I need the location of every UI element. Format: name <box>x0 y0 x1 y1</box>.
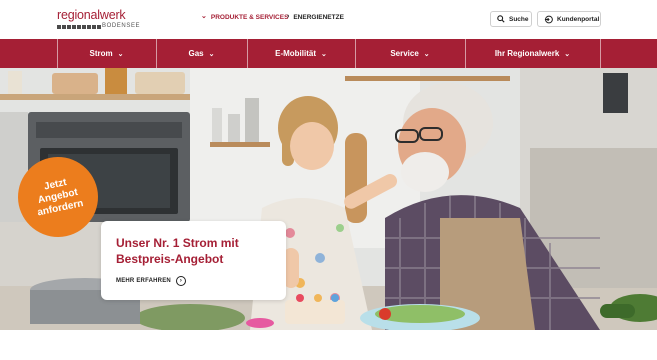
hero-card: Unser Nr. 1 Strom mit Bestpreis-Angebot … <box>101 221 286 300</box>
hero-banner[interactable]: Jetzt Angebot anfordern <box>0 68 657 330</box>
nav-divider <box>600 39 601 68</box>
nav-produkte-services[interactable]: ⌄ PRODUKTE & SERVICES <box>201 13 288 21</box>
chevron-down-icon: ⌄ <box>208 50 215 58</box>
kundenportal-button[interactable]: Kundenportal <box>537 11 601 27</box>
search-button[interactable]: Suche <box>490 11 532 27</box>
nav-item-gas[interactable]: Gas ⌄ <box>156 39 247 68</box>
chevron-down-icon: ⌄ <box>564 50 571 58</box>
nav-produkte-label: PRODUKTE & SERVICES <box>210 13 289 21</box>
arrow-right-circle-icon: › <box>175 276 186 286</box>
nav-item-ihr-regionalwerk[interactable]: Ihr Regionalwerk ⌄ <box>465 39 600 68</box>
nav-energienetze-label: ENERGIENETZE <box>293 13 344 21</box>
top-bar: regionalwerk BODENSEE ⌄ PRODUKTE & SERVI… <box>0 0 657 39</box>
nav-item-strom[interactable]: Strom ⌄ <box>57 39 156 68</box>
login-icon <box>544 15 553 23</box>
logo[interactable]: regionalwerk BODENSEE <box>57 9 167 31</box>
nav-item-label: Gas <box>188 49 204 58</box>
main-navigation: Strom ⌄ Gas ⌄ E-Mobilität ⌄ Service ⌄ Ih… <box>0 39 657 68</box>
mehr-erfahren-label: MEHR ERFAHREN <box>116 278 171 284</box>
bottom-strip <box>0 330 657 360</box>
hero-card-title: Unser Nr. 1 Strom mit Bestpreis-Angebot <box>116 236 239 266</box>
mehr-erfahren-link[interactable]: MEHR ERFAHREN › <box>116 276 186 286</box>
nav-energienetze[interactable]: › ENERGIENETZE <box>287 13 344 21</box>
chevron-down-icon: ⌄ <box>201 13 207 20</box>
chevron-right-icon: › <box>287 13 290 20</box>
hero-photo <box>0 68 657 330</box>
search-icon <box>497 15 505 23</box>
nav-item-label: E-Mobilität <box>275 49 316 58</box>
logo-wordmark: regionalwerk <box>57 8 126 22</box>
search-label: Suche <box>509 15 529 23</box>
logo-subtitle: BODENSEE <box>102 23 141 29</box>
nav-item-service[interactable]: Service ⌄ <box>355 39 465 68</box>
chevron-down-icon: ⌄ <box>117 50 124 58</box>
nav-item-label: Strom <box>89 49 113 58</box>
nav-item-e-mobilitaet[interactable]: E-Mobilität ⌄ <box>247 39 355 68</box>
chevron-down-icon: ⌄ <box>321 50 327 58</box>
nav-item-label: Service <box>390 49 419 58</box>
nav-item-label: Ihr Regionalwerk <box>494 49 560 58</box>
chevron-down-icon: ⌄ <box>423 50 430 58</box>
logo-squares-icon <box>57 25 101 29</box>
kundenportal-label: Kundenportal <box>557 15 600 23</box>
